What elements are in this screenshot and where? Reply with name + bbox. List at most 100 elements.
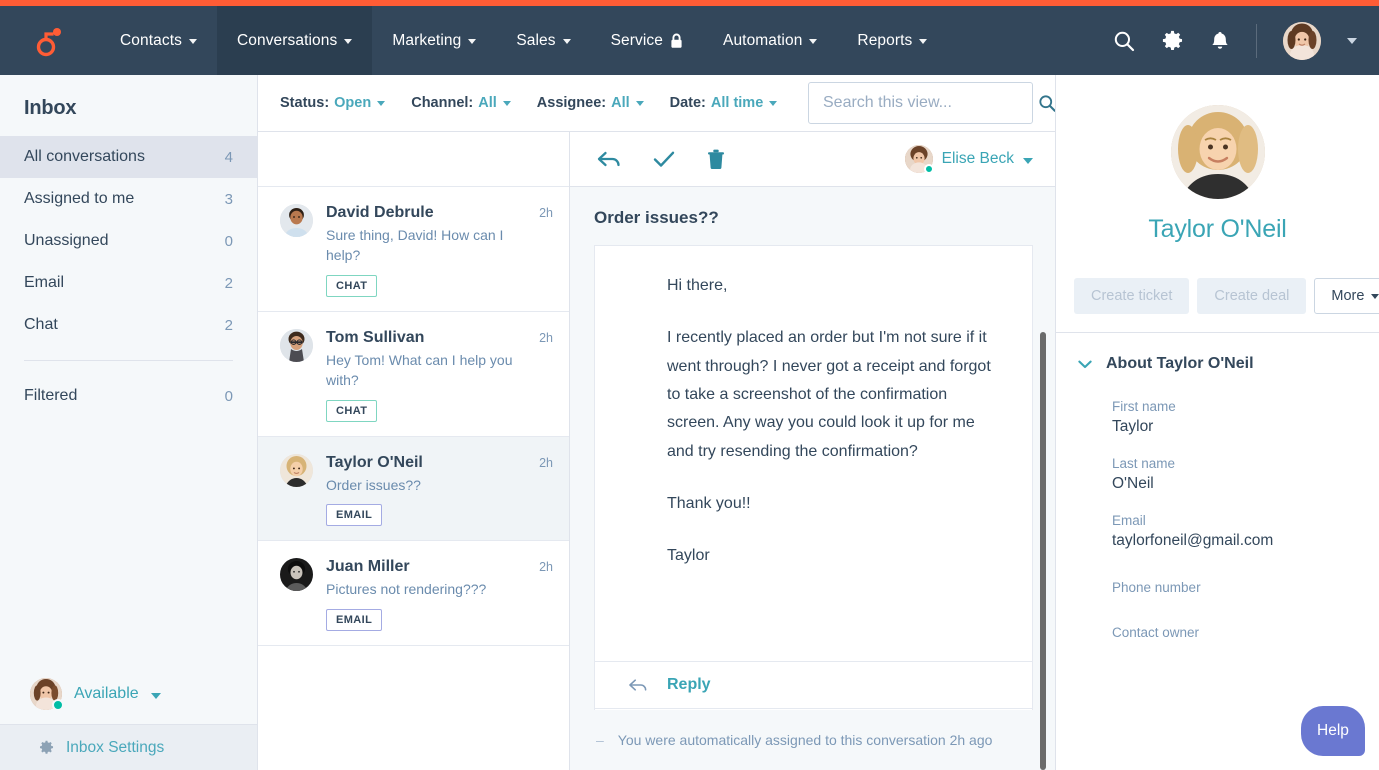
more-label: More	[1331, 288, 1365, 304]
availability-status-toggle[interactable]: Available	[0, 664, 257, 724]
reply-label: Reply	[667, 676, 711, 693]
about-section-toggle[interactable]: About Taylor O'Neil	[1078, 355, 1379, 373]
conversation-list-scroll[interactable]: David Debrule 2h Sure thing, David! How …	[258, 187, 569, 770]
hubspot-logo[interactable]	[0, 6, 100, 75]
nav-item-service[interactable]: Service	[591, 6, 703, 75]
filter-label: Date:	[669, 95, 706, 111]
contact-name: Taylor O'Neil	[1148, 215, 1287, 243]
status-badge	[923, 164, 934, 174]
thread-subject: Order issues??	[594, 208, 719, 227]
conversation-header: David Debrule 2h	[326, 204, 553, 222]
field-email[interactable]: Email taylorfoneil@gmail.com	[1078, 513, 1379, 550]
nav-item-marketing[interactable]: Marketing	[372, 6, 496, 75]
conversation-list-item[interactable]: Juan Miller 2h Pictures not rendering???…	[258, 541, 569, 647]
channel-badge: CHAT	[326, 399, 378, 422]
avatar-with-status	[30, 678, 64, 711]
filter-status[interactable]: Status: Open	[280, 95, 386, 111]
conversation-time: 2h	[539, 330, 553, 345]
bell-icon[interactable]	[1210, 30, 1230, 52]
chevron-down-icon	[344, 39, 353, 44]
create-deal-button[interactable]: Create deal	[1197, 278, 1307, 314]
chevron-down-icon	[919, 39, 928, 44]
inbox-settings-link[interactable]: Inbox Settings	[0, 724, 257, 770]
avatar	[280, 453, 313, 487]
chevron-down-icon[interactable]	[1347, 37, 1357, 44]
conversation-list-item[interactable]: David Debrule 2h Sure thing, David! How …	[258, 187, 569, 312]
system-note-text: You were automatically assigned to this …	[617, 732, 993, 748]
search-icon[interactable]	[1113, 30, 1135, 52]
sidebar-item-chat[interactable]: Chat 2	[0, 304, 257, 346]
channel-badge: EMAIL	[326, 504, 383, 527]
reply-button[interactable]: Reply	[594, 661, 1033, 709]
contact-header: Taylor O'Neil	[1056, 75, 1379, 266]
filter-label: Channel:	[411, 95, 474, 111]
sidebar-item-label: Unassigned	[24, 232, 109, 249]
hubspot-conversations-app: Contacts Conversations Marketing Sales S…	[0, 0, 1379, 770]
gear-icon[interactable]	[1161, 29, 1184, 52]
create-ticket-button[interactable]: Create ticket	[1074, 278, 1190, 314]
conversation-content: Taylor O'Neil 2h Order issues?? EMAIL	[326, 454, 553, 527]
thread-scrollbar[interactable]	[1040, 332, 1046, 770]
conversation-header: Tom Sullivan 2h	[326, 329, 553, 347]
field-label: Last name	[1112, 456, 1176, 471]
nav-item-sales[interactable]: Sales	[496, 6, 590, 75]
chevron-down-icon	[1371, 293, 1379, 299]
sidebar-item-assigned-to-me[interactable]: Assigned to me 3	[0, 178, 257, 220]
field-first-name[interactable]: First name Taylor	[1078, 399, 1379, 436]
chevron-down-icon	[1023, 157, 1033, 164]
sidebar-item-count: 4	[224, 148, 233, 166]
avatar-with-status	[904, 145, 934, 174]
sidebar-item-count: 2	[224, 274, 233, 292]
contact-panel: Taylor O'Neil Create ticket Create deal …	[1055, 75, 1379, 770]
search-input[interactable]	[823, 94, 1030, 112]
conversation-pane: Elise Beck Order issues?? Hi there, I re…	[570, 132, 1055, 770]
help-button[interactable]: Help	[1301, 706, 1365, 756]
inbox-sidebar: Inbox All conversations 4 Assigned to me…	[0, 75, 258, 770]
nav-item-conversations[interactable]: Conversations	[216, 6, 373, 75]
search-view-box[interactable]	[808, 82, 1056, 124]
sidebar-item-email[interactable]: Email 2	[0, 262, 257, 304]
field-contact-owner[interactable]: Contact owner	[1078, 625, 1379, 640]
sidebar-item-all-conversations[interactable]: All conversations 4	[0, 136, 257, 178]
sidebar-item-unassigned[interactable]: Unassigned 0	[0, 220, 257, 262]
top-navigation-bar: Contacts Conversations Marketing Sales S…	[0, 6, 1379, 75]
status-badge	[52, 699, 64, 711]
nav-label: Contacts	[120, 31, 182, 49]
nav-item-automation[interactable]: Automation	[703, 6, 837, 75]
trash-icon[interactable]	[706, 149, 726, 170]
filter-channel[interactable]: Channel: All	[411, 95, 511, 111]
dash-marker: –	[596, 732, 604, 748]
message-paragraph: Taylor	[667, 547, 710, 565]
sidebar-item-label: Chat	[24, 316, 58, 333]
check-icon[interactable]	[652, 149, 676, 169]
filter-assignee[interactable]: Assignee: All	[537, 95, 644, 111]
chevron-down-icon	[150, 692, 161, 699]
nav-item-reports[interactable]: Reports	[837, 6, 947, 75]
filter-value: All	[478, 95, 497, 111]
conversation-list-item[interactable]: Taylor O'Neil 2h Order issues?? EMAIL	[258, 436, 569, 542]
avatar[interactable]	[1283, 21, 1321, 60]
filter-date[interactable]: Date: All time	[670, 95, 778, 111]
nav-item-contacts[interactable]: Contacts	[100, 6, 217, 75]
conversation-name: Tom Sullivan	[326, 328, 425, 346]
reply-icon[interactable]	[596, 149, 622, 169]
field-value: Taylor	[1112, 418, 1154, 435]
conversation-content: Juan Miller 2h Pictures not rendering???…	[326, 558, 553, 632]
sidebar-item-label: Filtered	[24, 387, 78, 404]
nav-label: Sales	[516, 31, 556, 49]
thread-body: Hi there, I recently placed an order but…	[570, 245, 1055, 770]
field-phone-number[interactable]: Phone number	[1078, 580, 1379, 595]
field-label: First name	[1112, 399, 1176, 414]
nav-right-actions	[1113, 6, 1379, 75]
assignee-name: Elise Beck	[941, 150, 1014, 167]
field-last-name[interactable]: Last name O'Neil	[1078, 456, 1379, 493]
conversation-list-item[interactable]: Tom Sullivan 2h Hey Tom! What can I help…	[258, 311, 569, 437]
more-button[interactable]: More	[1314, 278, 1379, 314]
conversation-content: David Debrule 2h Sure thing, David! How …	[326, 204, 553, 297]
sidebar-item-filtered[interactable]: Filtered 0	[0, 375, 257, 417]
sidebar-item-count: 3	[224, 190, 233, 208]
conversation-name: David Debrule	[326, 204, 434, 221]
message-paragraph: I recently placed an order but I'm not s…	[667, 329, 991, 460]
assignee-selector[interactable]: Elise Beck	[904, 145, 1033, 174]
